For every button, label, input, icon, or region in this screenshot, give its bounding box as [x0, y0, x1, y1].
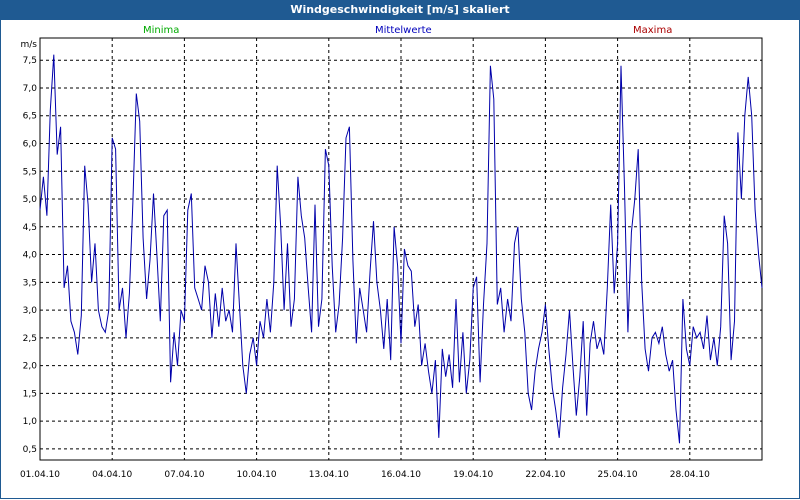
- x-tick-label: 28.04.10: [670, 470, 710, 480]
- x-tick-label: 10.04.10: [237, 470, 277, 480]
- y-tick-label: 6,0: [23, 140, 38, 150]
- y-tick-label: 3,0: [23, 306, 38, 316]
- y-tick-label: 5,0: [23, 195, 38, 205]
- y-tick-label: 6,5: [23, 112, 37, 122]
- y-tick-label: 1,0: [23, 417, 38, 427]
- x-tick-label: 07.04.10: [164, 470, 204, 480]
- x-tick-label: 13.04.10: [309, 470, 349, 480]
- x-tick-label: 19.04.10: [453, 470, 493, 480]
- y-tick-label: 4,5: [23, 223, 37, 233]
- y-tick-label: 3,5: [23, 278, 37, 288]
- y-tick-label: 7,0: [23, 84, 38, 94]
- y-tick-label: 2,5: [23, 334, 37, 344]
- x-tick-label: 16.04.10: [381, 470, 421, 480]
- y-tick-label: 1,5: [23, 389, 37, 399]
- y-axis-label: m/s: [21, 40, 38, 50]
- y-tick-label: 7,5: [23, 56, 37, 66]
- x-tick-label: 25.04.10: [598, 470, 638, 480]
- x-tick-label: 01.04.10: [20, 470, 60, 480]
- y-tick-label: 2,0: [23, 362, 38, 372]
- wind-speed-chart: 0,5 1,0 1,5 2,0 2,5 3,0 3,5 4,0 4,5 5,0 5,5 6,0 6,5 7…: [20, 37, 763, 480]
- x-tick-label: 04.04.10: [92, 470, 132, 480]
- x-tick-label: 22.04.10: [525, 470, 565, 480]
- y-tick-label: 4,0: [23, 251, 38, 261]
- y-tick-label: 5,5: [23, 167, 37, 177]
- y-tick-label: 0,5: [23, 445, 37, 455]
